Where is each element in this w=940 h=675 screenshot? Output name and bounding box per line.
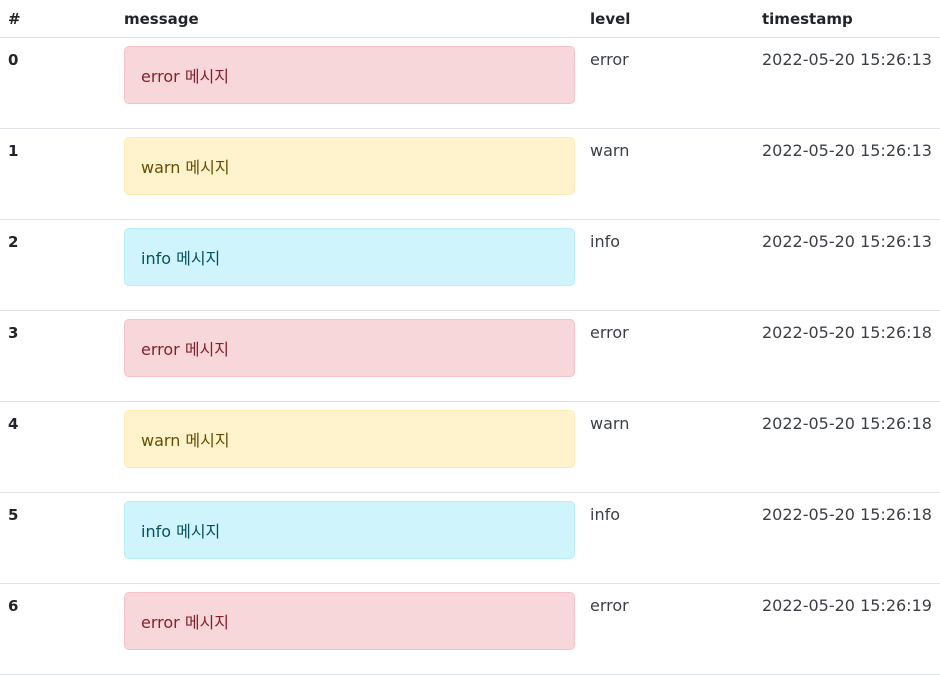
row-index: 4 <box>0 401 116 493</box>
row-index: 5 <box>0 492 116 584</box>
row-timestamp: 2022-05-20 15:26:18 <box>754 310 940 402</box>
message-alert-warn: warn 메시지 <box>124 137 575 195</box>
row-index: 3 <box>0 310 116 402</box>
message-alert-error: error 메시지 <box>124 46 575 104</box>
table-row: 1 warn 메시지 warn 2022-05-20 15:26:13 <box>0 128 940 220</box>
message-alert-warn: warn 메시지 <box>124 410 575 468</box>
table-row: 5 info 메시지 info 2022-05-20 15:26:18 <box>0 492 940 584</box>
table-row: 0 error 메시지 error 2022-05-20 15:26:13 <box>0 37 940 129</box>
column-header-message[interactable]: message <box>116 0 582 38</box>
row-timestamp: 2022-05-20 15:26:13 <box>754 37 940 129</box>
row-timestamp: 2022-05-20 15:26:18 <box>754 401 940 493</box>
table-body: 0 error 메시지 error 2022-05-20 15:26:13 1 … <box>0 37 940 675</box>
row-index: 0 <box>0 37 116 129</box>
message-alert-info: info 메시지 <box>124 501 575 559</box>
row-timestamp: 2022-05-20 15:26:18 <box>754 492 940 584</box>
message-alert-error: error 메시지 <box>124 592 575 650</box>
message-alert-error: error 메시지 <box>124 319 575 377</box>
row-level: warn <box>582 401 754 493</box>
row-level: warn <box>582 128 754 220</box>
row-timestamp: 2022-05-20 15:26:13 <box>754 128 940 220</box>
row-level: info <box>582 492 754 584</box>
table-row: 4 warn 메시지 warn 2022-05-20 15:26:18 <box>0 401 940 493</box>
row-index: 6 <box>0 583 116 675</box>
row-index: 2 <box>0 219 116 311</box>
table-header: # message level timestamp <box>0 0 940 38</box>
table-row: 2 info 메시지 info 2022-05-20 15:26:13 <box>0 219 940 311</box>
table-row: 6 error 메시지 error 2022-05-20 15:26:19 <box>0 583 940 675</box>
row-level: error <box>582 310 754 402</box>
message-alert-info: info 메시지 <box>124 228 575 286</box>
log-table: # message level timestamp 0 error 메시지 er… <box>0 0 940 675</box>
row-timestamp: 2022-05-20 15:26:13 <box>754 219 940 311</box>
table-row: 3 error 메시지 error 2022-05-20 15:26:18 <box>0 310 940 402</box>
column-header-timestamp[interactable]: timestamp <box>754 0 940 38</box>
column-header-level[interactable]: level <box>582 0 754 38</box>
column-header-index[interactable]: # <box>0 0 116 38</box>
row-index: 1 <box>0 128 116 220</box>
header-row: # message level timestamp <box>0 0 940 38</box>
row-level: error <box>582 37 754 129</box>
row-level: error <box>582 583 754 675</box>
row-level: info <box>582 219 754 311</box>
row-timestamp: 2022-05-20 15:26:19 <box>754 583 940 675</box>
